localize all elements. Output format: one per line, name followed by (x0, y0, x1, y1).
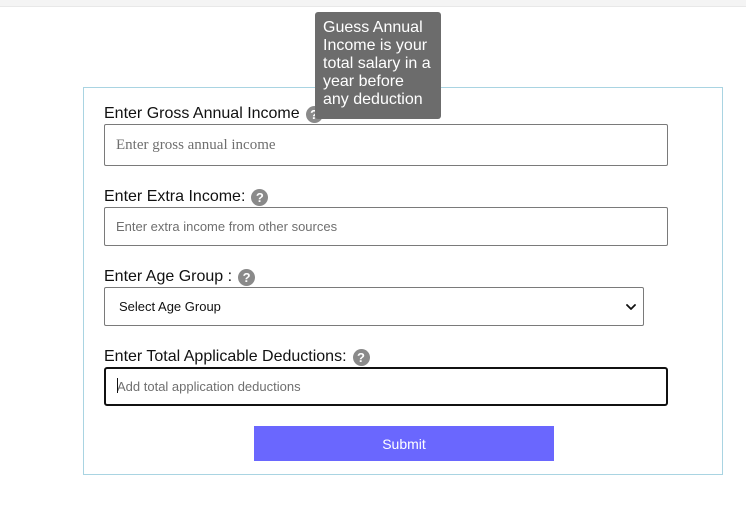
extra-income-label-text: Enter Extra Income: (104, 188, 246, 205)
deductions-label: Enter Total Applicable Deductions: ? (104, 348, 370, 366)
chevron-down-icon (626, 303, 636, 310)
gross-income-input[interactable] (104, 124, 668, 166)
gross-income-label: Enter Gross Annual Income ? (104, 105, 323, 123)
age-group-selected-value: Select Age Group (119, 299, 221, 314)
age-group-label-text: Enter Age Group : (104, 268, 233, 285)
submit-button[interactable]: Submit (254, 426, 554, 461)
extra-income-label: Enter Extra Income: ? (104, 188, 269, 206)
age-group-label: Enter Age Group : ? (104, 268, 256, 286)
extra-income-input[interactable] (104, 207, 668, 246)
age-group-help-icon[interactable]: ? (238, 268, 256, 286)
browser-top-strip (0, 0, 746, 7)
text-cursor (117, 378, 118, 393)
gross-income-label-text: Enter Gross Annual Income (104, 105, 300, 122)
extra-income-help-icon[interactable]: ? (251, 188, 269, 206)
deductions-input[interactable] (104, 367, 668, 406)
deductions-label-text: Enter Total Applicable Deductions: (104, 348, 347, 365)
age-group-select[interactable]: Select Age Group (104, 287, 644, 326)
help-tooltip: Guess Annual Income is your total salary… (315, 12, 441, 119)
deductions-help-icon[interactable]: ? (352, 348, 370, 366)
